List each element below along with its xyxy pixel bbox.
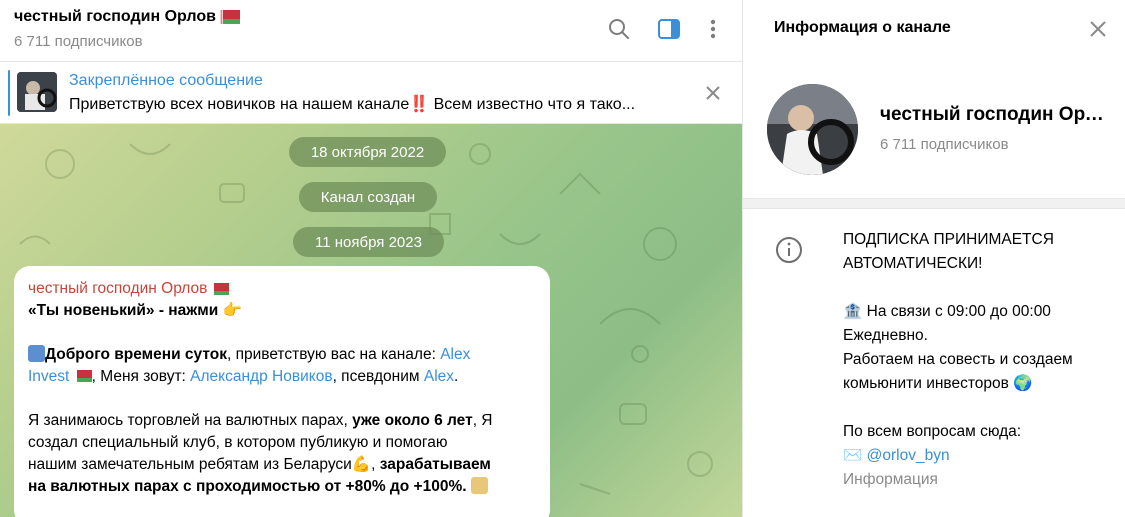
avatar[interactable] [767,84,858,175]
description-line: АВТОМАТИЧЕСКИ! [843,255,983,272]
message-line: нашим замечательным ребятам из Беларуси💪… [28,456,491,473]
globe-icon: 🌍 [1013,375,1033,392]
chat-pane: честный господин Орлов 6 711 подписчиков… [0,0,742,517]
message-text: , псевдоним [332,368,424,385]
message-line: Доброго времени суток, приветствую вас н… [28,344,536,366]
name-link[interactable]: Александр Новиков [190,368,332,385]
channel-title[interactable]: честный господин Орлов [14,8,240,26]
pinned-message[interactable]: Закреплённое сообщение Приветствую всех … [0,62,742,124]
message-headline: «Ты новенький» - нажми [28,302,219,319]
message-bold: уже около 6 лет [352,412,473,429]
alias-link[interactable]: Alex [424,368,454,385]
info-icon [775,236,803,264]
description-line: Ежедневно. [843,327,928,344]
channel-name: честный господин Орлов [880,104,1110,125]
message-text: , Я [472,412,493,429]
channel-link[interactable]: Alex [440,346,470,363]
description-line: ПОДПИСКА ПРИНИМАЕТСЯ [843,231,1054,248]
message-text: , приветствую вас на канале: [226,346,441,363]
description-line: 🏦 На связи с 09:00 до 00:00 [843,300,1113,324]
pinned-indicator [8,70,10,116]
search-icon[interactable] [606,16,632,42]
message-line: создал специальный клуб, в котором публи… [28,434,448,451]
message-bold: на валютных парах с проходимостью от +80… [28,478,467,495]
channel-created-notice: Канал создан [299,182,437,212]
description-line: По всем вопросам сюда: [843,423,1022,440]
belarus-flag-icon [211,283,230,295]
belarus-flag-icon [73,370,92,382]
close-icon[interactable] [702,82,724,104]
date-separator: 11 ноября 2023 [293,227,444,257]
message-bold: зарабатываем [379,456,491,473]
pinned-text: Приветствую всех новичков на нашем канал… [69,96,636,113]
message-text: Я занимаюсь торговлей на валютных парах, [28,412,353,429]
message-text: . [454,368,459,385]
channel-link[interactable]: Invest [28,368,69,385]
pinned-thumbnail [17,72,57,112]
belarus-flag-icon [219,10,240,24]
channel-subscribers: 6 711 подписчиков [880,136,1009,153]
envelope-icon: ✉️ [843,447,863,464]
message-line: на валютных парах с проходимостью от +80… [28,476,536,498]
sidebar-toggle-icon[interactable] [656,16,682,42]
chat-header[interactable]: честный господин Орлов 6 711 подписчиков [0,0,742,62]
channel-info-panel: Информация о канале честный господин Орл… [742,0,1125,517]
channel-description: ПОДПИСКА ПРИНИМАЕТСЯ АВТОМАТИЧЕСКИ! 🏦 На… [843,228,1113,492]
pointing-hand-icon: 👉 [222,302,242,319]
close-icon[interactable] [1087,18,1109,40]
description-line: ✉️ @orlov_byn [843,444,1113,468]
flexed-biceps-icon: 💪 [351,456,372,473]
message-text: , Меня зовут: [91,368,191,385]
description-text: комьюнити инвесторов [843,375,1009,392]
message-line: «Ты новенький» - нажми 👉 [28,300,536,322]
message-author[interactable]: честный господин Орлов [28,278,536,300]
contact-link[interactable]: @orlov_byn [867,447,950,464]
play-button-icon [28,345,45,362]
description-caption: Информация [843,471,938,488]
message-author-name: честный господин Орлов [28,280,208,297]
bank-icon: 🏦 [843,303,863,320]
message-bold: Доброго времени суток [45,346,227,363]
date-separator: 18 октября 2022 [289,137,446,167]
description-line: комьюнити инвесторов 🌍 [843,372,1113,396]
channel-title-text: честный господин Орлов [14,8,216,25]
message-text: нашим замечательным ребятам из Беларуси [28,456,352,473]
more-vertical-icon[interactable] [700,16,726,42]
message-line: Я занимаюсь торговлей на валютных парах,… [28,410,536,432]
description-text: На связи с 09:00 до 00:00 [866,303,1051,320]
message-bubble[interactable]: честный господин Орлов «Ты новенький» - … [14,266,550,517]
pinned-label: Закреплённое сообщение [69,72,263,89]
divider [743,198,1125,209]
money-bag-icon [470,477,488,494]
message-line: Invest , Меня зовут: Александр Новиков, … [28,366,536,388]
description-line: Работаем на совесть и создаем [843,351,1073,368]
channel-subscribers: 6 711 подписчиков [14,33,143,50]
info-panel-title: Информация о канале [774,19,951,36]
